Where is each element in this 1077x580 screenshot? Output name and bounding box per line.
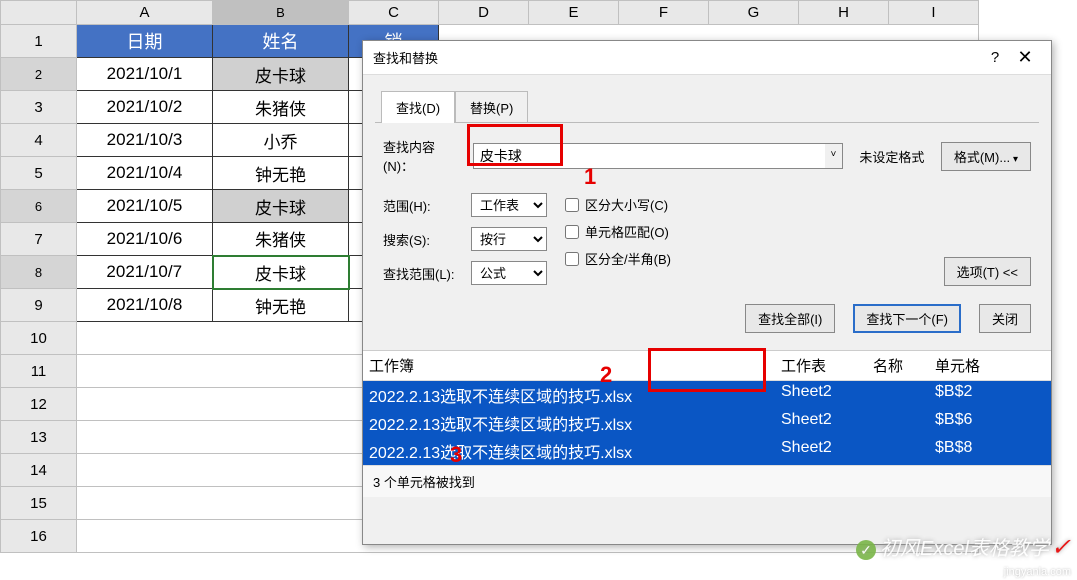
find-next-button[interactable]: 查找下一个(F) xyxy=(853,304,961,333)
row-header-16[interactable]: 16 xyxy=(1,520,77,553)
find-label: 查找内容(N)： xyxy=(383,137,465,175)
cell-A8[interactable]: 2021/10/7 xyxy=(77,256,213,289)
search-select[interactable]: 按行 xyxy=(471,227,547,251)
tab-find[interactable]: 查找(D) xyxy=(381,91,455,123)
row-header-6[interactable]: 6 xyxy=(1,190,77,223)
row-header-3[interactable]: 3 xyxy=(1,91,77,124)
match-width-checkbox[interactable]: 区分全/半角(B) xyxy=(565,249,671,268)
cell-A2[interactable]: 2021/10/1 xyxy=(77,58,213,91)
col-header-I[interactable]: I xyxy=(889,1,979,25)
search-label: 搜索(S): xyxy=(383,230,463,249)
row-header-2[interactable]: 2 xyxy=(1,58,77,91)
scope-select[interactable]: 工作表 xyxy=(471,193,547,217)
result-row[interactable]: 2022.2.13选取不连续区域的技巧.xlsxSheet2$B$2 xyxy=(363,381,1051,409)
find-input[interactable] xyxy=(473,143,843,169)
lookin-select[interactable]: 公式 xyxy=(471,261,547,285)
cell-B4[interactable]: 小乔 xyxy=(213,124,349,157)
row-header-12[interactable]: 12 xyxy=(1,388,77,421)
find-replace-dialog: 查找和替换 ? ✕ 查找(D) 替换(P) 查找内容(N)： ˅ 未设定格式 格… xyxy=(362,40,1052,545)
format-status: 未设定格式 xyxy=(851,147,933,166)
col-header-C[interactable]: C xyxy=(349,1,439,25)
match-whole-checkbox[interactable]: 单元格匹配(O) xyxy=(565,222,671,241)
dialog-titlebar[interactable]: 查找和替换 ? ✕ xyxy=(363,41,1051,75)
close-button[interactable]: 关闭 xyxy=(979,304,1031,333)
results-col-name[interactable]: 名称 xyxy=(867,351,929,380)
cell-A5[interactable]: 2021/10/4 xyxy=(77,157,213,190)
cell-A9[interactable]: 2021/10/8 xyxy=(77,289,213,322)
cell-B2[interactable]: 皮卡球 xyxy=(213,58,349,91)
row-header-11[interactable]: 11 xyxy=(1,355,77,388)
results-header[interactable]: 工作簿 工作表 名称 单元格 xyxy=(363,351,1051,381)
cell-B7[interactable]: 朱猪侠 xyxy=(213,223,349,256)
find-all-button[interactable]: 查找全部(I) xyxy=(745,304,835,333)
help-button[interactable]: ? xyxy=(981,49,1009,66)
col-header-D[interactable]: D xyxy=(439,1,529,25)
results-col-cell[interactable]: 单元格 xyxy=(929,351,1011,380)
cell-B3[interactable]: 朱猪侠 xyxy=(213,91,349,124)
watermark-sub: jingyanla.com xyxy=(1004,566,1071,578)
cell-B8[interactable]: 皮卡球 xyxy=(213,256,349,289)
results-col-worksheet[interactable]: 工作表 xyxy=(775,351,867,380)
row-header-1[interactable]: 1 xyxy=(1,25,77,58)
row-header-4[interactable]: 4 xyxy=(1,124,77,157)
watermark-text: ✓初风Excel表格教学✓ xyxy=(856,532,1071,562)
close-icon[interactable]: ✕ xyxy=(1009,47,1041,68)
row-header-10[interactable]: 10 xyxy=(1,322,77,355)
col-header-A[interactable]: A xyxy=(77,1,213,25)
col-header-G[interactable]: G xyxy=(709,1,799,25)
status-bar: 3 个单元格被找到 xyxy=(363,465,1051,497)
options-button[interactable]: 选项(T) << xyxy=(944,257,1031,286)
scope-label: 范围(H): xyxy=(383,196,463,215)
tab-replace[interactable]: 替换(P) xyxy=(455,91,528,123)
result-row[interactable]: 2022.2.13选取不连续区域的技巧.xlsxSheet2$B$8 xyxy=(363,437,1051,465)
cell-B5[interactable]: 钟无艳 xyxy=(213,157,349,190)
results-col-workbook[interactable]: 工作簿 xyxy=(363,351,775,380)
results-panel: 工作簿 工作表 名称 单元格 2022.2.13选取不连续区域的技巧.xlsxS… xyxy=(363,350,1051,497)
format-button[interactable]: 格式(M)... xyxy=(941,142,1031,171)
cell-B9[interactable]: 钟无艳 xyxy=(213,289,349,322)
row-header-5[interactable]: 5 xyxy=(1,157,77,190)
cell-B6[interactable]: 皮卡球 xyxy=(213,190,349,223)
cell-A4[interactable]: 2021/10/3 xyxy=(77,124,213,157)
column-header-row: A B C D E F G H I xyxy=(1,1,979,25)
dialog-title: 查找和替换 xyxy=(373,48,981,67)
col-header-F[interactable]: F xyxy=(619,1,709,25)
row-header-7[interactable]: 7 xyxy=(1,223,77,256)
header-date[interactable]: 日期 xyxy=(77,25,213,58)
row-header-15[interactable]: 15 xyxy=(1,487,77,520)
cell-A3[interactable]: 2021/10/2 xyxy=(77,91,213,124)
row-header-14[interactable]: 14 xyxy=(1,454,77,487)
row-header-8[interactable]: 8 xyxy=(1,256,77,289)
header-name[interactable]: 姓名 xyxy=(213,25,349,58)
match-case-checkbox[interactable]: 区分大小写(C) xyxy=(565,195,671,214)
corner-cell[interactable] xyxy=(1,1,77,25)
col-header-B[interactable]: B xyxy=(213,1,349,25)
row-header-13[interactable]: 13 xyxy=(1,421,77,454)
col-header-E[interactable]: E xyxy=(529,1,619,25)
cell-A7[interactable]: 2021/10/6 xyxy=(77,223,213,256)
cell-A6[interactable]: 2021/10/5 xyxy=(77,190,213,223)
col-header-H[interactable]: H xyxy=(799,1,889,25)
row-header-9[interactable]: 9 xyxy=(1,289,77,322)
find-dropdown-icon[interactable]: ˅ xyxy=(825,143,843,169)
lookin-label: 查找范围(L): xyxy=(383,264,463,283)
result-row[interactable]: 2022.2.13选取不连续区域的技巧.xlsxSheet2$B$6 xyxy=(363,409,1051,437)
